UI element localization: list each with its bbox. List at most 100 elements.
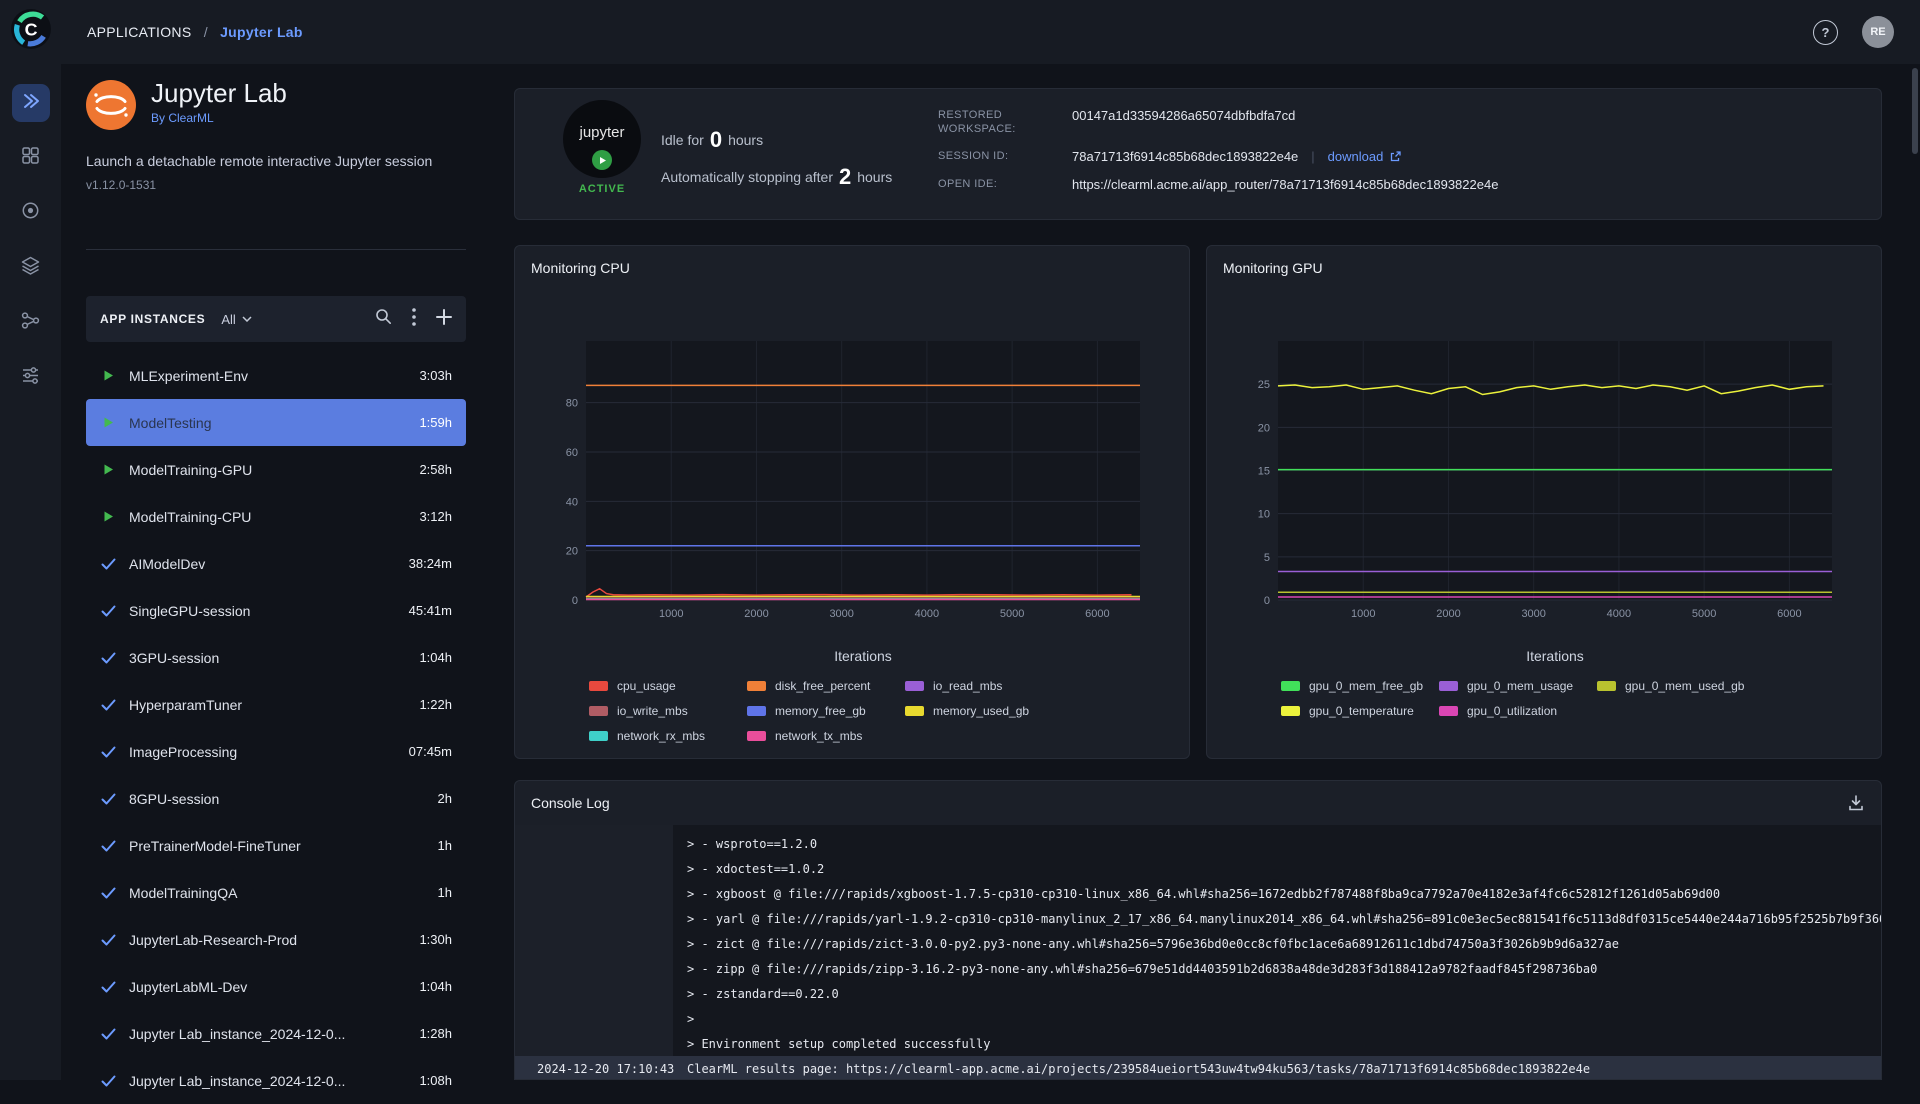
nav-hyper-datasets[interactable]	[12, 194, 50, 232]
instance-row[interactable]: HyperparamTuner 1:22h	[86, 681, 466, 728]
svg-text:4000: 4000	[1607, 608, 1631, 620]
cpu-chart-plot[interactable]: 1000 2000 3000 4000 5000 6000 0 20 40 60 80	[523, 306, 1183, 636]
instance-name: ModelTrainingQA	[129, 884, 238, 901]
instance-time: 45:41m	[408, 603, 452, 618]
legend-item[interactable]: network_tx_mbs	[747, 729, 905, 743]
session-field-row: SESSION ID: 78a71713f6914c85b68dec1893822…	[938, 149, 1498, 164]
svg-text:1000: 1000	[659, 608, 683, 620]
download-log-icon[interactable]	[1847, 794, 1865, 812]
check-icon	[100, 746, 116, 758]
field-label: RESTORED WORKSPACE:	[938, 109, 1016, 135]
instance-row[interactable]: ModelTrainingQA 1h	[86, 869, 466, 916]
projects-grid-icon	[20, 145, 41, 171]
nav-pipelines[interactable]	[12, 304, 50, 342]
play-icon	[100, 463, 116, 476]
instance-row[interactable]: 3GPU-session 1:04h	[86, 634, 466, 681]
legend-item[interactable]: memory_free_gb	[747, 704, 905, 718]
instance-row[interactable]: 8GPU-session 2h	[86, 775, 466, 822]
chevron-down-icon	[242, 316, 252, 322]
instance-name: ImageProcessing	[129, 743, 238, 760]
log-text: > - zstandard==0.22.0	[687, 986, 839, 1001]
legend-item[interactable]: gpu_0_mem_used_gb	[1597, 679, 1797, 693]
legend-label: memory_used_gb	[933, 704, 1030, 718]
legend-item[interactable]: io_write_mbs	[589, 704, 747, 718]
legend-item[interactable]: cpu_usage	[589, 679, 747, 693]
instance-row[interactable]: ModelTraining-CPU 3:12h	[86, 493, 466, 540]
log-text: > - xgboost @ file:///rapids/xgboost-1.7…	[687, 886, 1721, 901]
download-link[interactable]: download	[1328, 149, 1402, 164]
clearml-logo[interactable]: C	[10, 8, 52, 50]
page-scrollbar[interactable]	[1912, 68, 1918, 154]
legend-item[interactable]: memory_used_gb	[905, 704, 1105, 718]
instance-row[interactable]: ModelTraining-GPU 2:58h	[86, 446, 466, 493]
app-instances-bar: APP INSTANCES All	[86, 296, 466, 342]
app-instances-title: APP INSTANCES	[100, 312, 206, 326]
idle-prefix: Idle for	[661, 132, 704, 148]
add-instance-button[interactable]	[436, 308, 452, 330]
svg-text:2000: 2000	[744, 608, 768, 620]
instance-row[interactable]: ImageProcessing 07:45m	[86, 728, 466, 775]
instance-row[interactable]: Jupyter Lab_instance_2024-12-0... 1:08h	[86, 1057, 466, 1104]
console-log-line: > Environment setup completed successful…	[515, 1031, 1881, 1056]
nav-datasets[interactable]	[12, 249, 50, 287]
legend-swatch	[747, 731, 766, 741]
svg-text:20: 20	[1258, 422, 1270, 434]
legend-item[interactable]: io_read_mbs	[905, 679, 1105, 693]
nav-projects[interactable]	[12, 139, 50, 177]
legend-item[interactable]: network_rx_mbs	[589, 729, 747, 743]
kebab-menu-icon[interactable]	[412, 307, 416, 331]
instance-row[interactable]: JupyterLabML-Dev 1:04h	[86, 963, 466, 1010]
auto-stop-line: Automatically stopping after 2 hours	[661, 164, 892, 190]
help-icon[interactable]: ?	[1813, 19, 1838, 45]
instance-row[interactable]: SingleGPU-session 45:41m	[86, 587, 466, 634]
legend-label: gpu_0_temperature	[1309, 704, 1414, 718]
svg-text:5000: 5000	[1692, 608, 1716, 620]
app-description: Launch a detachable remote interactive J…	[86, 153, 433, 169]
instance-time: 1h	[437, 885, 452, 900]
legend-item[interactable]: gpu_0_mem_free_gb	[1281, 679, 1439, 693]
legend-label: gpu_0_mem_free_gb	[1309, 679, 1424, 693]
instance-row[interactable]: ModelTesting 1:59h	[86, 399, 466, 446]
svg-text:1000: 1000	[1351, 608, 1375, 620]
legend-swatch	[1281, 706, 1300, 716]
app-header: Jupyter Lab By ClearML	[86, 79, 466, 135]
console-body[interactable]: > - wsproto==1.2.0 > - xdoctest==1.0.2 > -…	[515, 825, 1881, 1079]
field-value: 00147a1d33594286a65074dbfbdfa7cd	[1072, 108, 1296, 123]
legend-item[interactable]: gpu_0_temperature	[1281, 704, 1439, 718]
svg-text:3000: 3000	[1521, 608, 1545, 620]
instance-time: 1:04h	[419, 979, 452, 994]
field-value[interactable]: https://clearml.acme.ai/app_router/78a71…	[1072, 177, 1498, 192]
gpu-chart-plot[interactable]: 1000 2000 3000 4000 5000 6000 0 5 10 15 20 25	[1215, 306, 1875, 636]
log-text: > - xdoctest==1.0.2	[687, 861, 825, 876]
instance-row[interactable]: MLExperiment-Env 3:03h	[86, 352, 466, 399]
instances-filter-dropdown[interactable]: All	[221, 312, 252, 327]
play-icon	[100, 369, 116, 382]
instance-name: PreTrainerModel-FineTuner	[129, 837, 301, 854]
instance-time: 1:08h	[419, 1073, 452, 1088]
instance-name: MLExperiment-Env	[129, 367, 249, 384]
instance-name: 3GPU-session	[129, 649, 220, 666]
instance-row[interactable]: Jupyter Lab_instance_2024-12-0... 1:28h	[86, 1010, 466, 1057]
check-icon	[100, 887, 116, 899]
nav-workers[interactable]	[12, 359, 50, 397]
nav-applications[interactable]	[11, 84, 50, 122]
console-log-line: > - yarl @ file:///rapids/yarl-1.9.2-cp3…	[515, 906, 1881, 931]
svg-text:60: 60	[566, 447, 578, 459]
avatar[interactable]: RE	[1862, 16, 1894, 48]
instance-row[interactable]: AIModelDev 38:24m	[86, 540, 466, 587]
search-icon[interactable]	[375, 308, 392, 330]
instance-row[interactable]: PreTrainerModel-FineTuner 1h	[86, 822, 466, 869]
legend-item[interactable]: gpu_0_utilization	[1439, 704, 1597, 718]
cpu-chart-xlabel: Iterations	[834, 648, 892, 664]
check-icon	[100, 699, 116, 711]
app-author-link[interactable]: By ClearML	[151, 111, 287, 125]
check-icon	[100, 793, 116, 805]
legend-item[interactable]: gpu_0_mem_usage	[1439, 679, 1597, 693]
jupyter-wordmark: jupyter	[579, 123, 625, 141]
legend-item[interactable]: disk_free_percent	[747, 679, 905, 693]
instance-row[interactable]: JupyterLab-Research-Prod 1:30h	[86, 916, 466, 963]
console-log-line: 2024-12-20 17:10:43 ClearML results page:…	[515, 1056, 1881, 1079]
breadcrumb-root[interactable]: APPLICATIONS	[87, 24, 191, 40]
svg-text:15: 15	[1258, 466, 1270, 478]
app-panel: Jupyter Lab By ClearML Launch a detachab…	[86, 79, 466, 1104]
